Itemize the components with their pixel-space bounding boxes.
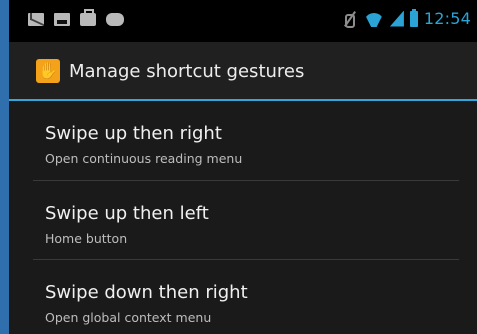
signal-icon [389,10,404,27]
action-bar: ✋ Manage shortcut gestures [9,42,477,99]
list-item-subtitle: Open continuous reading menu [45,151,243,166]
list-item-title: Swipe up then right [45,123,222,144]
status-bar: 12:54 [9,0,477,42]
list-item-subtitle: Open global context menu [45,310,212,325]
clock: 12:54 [423,9,471,28]
wifi-icon [364,11,384,27]
game-controller-icon [106,13,124,26]
photo-icon [54,13,70,26]
shopping-bag-icon [80,9,96,26]
list-item[interactable]: Swipe up then left Home button [9,181,477,259]
mail-icon [28,13,44,26]
page-title: Manage shortcut gestures [69,61,305,82]
list-item-title: Swipe down then right [45,282,248,303]
list-item[interactable]: Swipe down then right Open global contex… [9,260,477,334]
list-item[interactable]: Swipe up then right Open continuous read… [9,101,477,179]
list-item-title: Swipe up then left [45,203,209,224]
mute-icon [342,10,358,28]
app-screen: 12:54 ✋ Manage shortcut gestures Swipe u… [9,0,477,334]
system-status: 12:54 [342,8,471,28]
list-item-subtitle: Home button [45,231,128,246]
notification-icons [28,9,124,26]
hand-gesture-icon[interactable]: ✋ [36,59,60,83]
battery-icon [409,8,418,27]
